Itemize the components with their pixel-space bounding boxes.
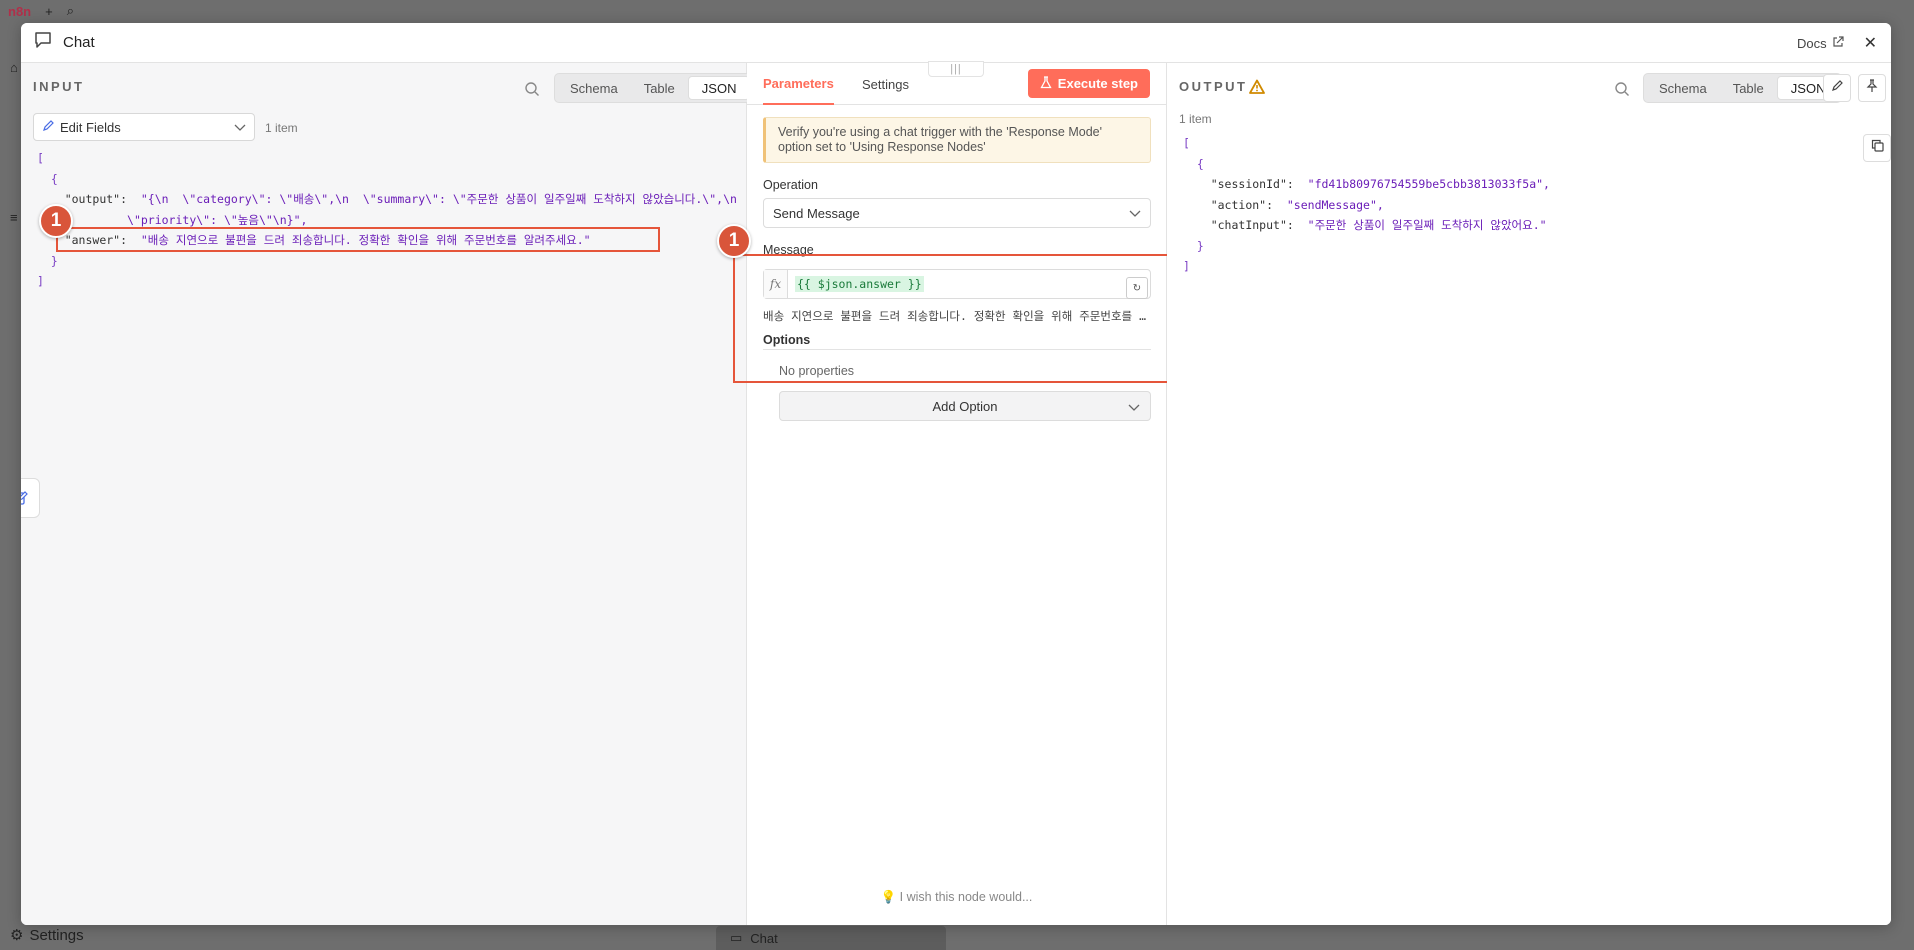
no-properties-text: No properties bbox=[779, 364, 855, 378]
copy-button[interactable] bbox=[1863, 134, 1891, 162]
lightbulb-icon: 💡 bbox=[880, 890, 897, 904]
tab-table[interactable]: Table bbox=[1720, 76, 1777, 100]
parameters-panel: Parameters Settings Execute step ||| Ver… bbox=[717, 61, 1185, 925]
step-badge: 1 bbox=[717, 224, 751, 258]
expression-result: 배송 지연으로 불편을 드려 죄송합니다. 정확한 확인을 위해 주문번호를 알… bbox=[763, 309, 1151, 323]
output-json-view: [ { "sessionId": "fd41b80976754559be5cbb… bbox=[1183, 136, 1550, 273]
pencil-icon bbox=[1831, 79, 1843, 97]
output-panel: OUTPUT 1 item Schema Table JSON [{"ses… bbox=[1167, 63, 1891, 925]
n8n-logo: n8n bbox=[8, 3, 32, 19]
copy-icon bbox=[1871, 139, 1884, 157]
expression-code: {{ $json.answer }} bbox=[795, 276, 924, 292]
edit-node-button[interactable] bbox=[21, 478, 40, 518]
panel-drag-handle[interactable]: ||| bbox=[928, 61, 984, 77]
tab-schema[interactable]: Schema bbox=[1646, 76, 1720, 100]
chevron-down-icon bbox=[234, 120, 246, 135]
answer-highlight-box bbox=[56, 227, 660, 252]
close-button[interactable]: ✕ bbox=[1864, 33, 1877, 53]
input-panel: INPUT Schema Table JSON Edit Fields 1 it… bbox=[21, 63, 754, 925]
chat-bubble-icon bbox=[33, 30, 53, 55]
expand-icon[interactable]: ↻ bbox=[1126, 277, 1148, 299]
edit-output-button[interactable] bbox=[1823, 74, 1851, 102]
input-json-view: [ { "output": "{\n \"category\": \"배송\",… bbox=[37, 151, 737, 288]
options-divider bbox=[763, 349, 1151, 350]
plus-icon: + bbox=[45, 3, 53, 19]
execute-step-button[interactable]: Execute step bbox=[1027, 69, 1150, 98]
tab-table[interactable]: Table bbox=[631, 76, 688, 100]
input-item-count: 1 item bbox=[265, 121, 298, 135]
bg-top-bar: n8n + ⌕ bbox=[0, 0, 200, 22]
flask-icon bbox=[1040, 75, 1052, 92]
gear-icon: ⚙ bbox=[10, 927, 24, 944]
operation-select[interactable]: Send Message bbox=[763, 198, 1151, 228]
warning-icon bbox=[1249, 79, 1265, 95]
docs-link[interactable]: Docs bbox=[1797, 36, 1844, 51]
fx-icon: fx bbox=[764, 270, 788, 298]
chevron-down-icon bbox=[1129, 206, 1141, 221]
external-link-icon bbox=[1832, 35, 1844, 51]
pin-data-button[interactable] bbox=[1858, 74, 1886, 102]
pin-icon bbox=[1866, 78, 1878, 98]
modal-header: Chat Docs ✕ bbox=[21, 23, 1891, 63]
options-label: Options bbox=[763, 333, 811, 347]
input-source-select[interactable]: Edit Fields bbox=[33, 113, 255, 141]
search-icon[interactable] bbox=[524, 81, 540, 97]
output-label: OUTPUT bbox=[1179, 79, 1248, 94]
tab-parameters[interactable]: Parameters bbox=[763, 63, 834, 105]
bg-sidebar-icon: ⌂ bbox=[10, 60, 18, 75]
search-icon[interactable] bbox=[1614, 81, 1630, 97]
step-badge: 1 bbox=[39, 204, 73, 238]
response-mode-notice: Verify you're using a chat trigger with … bbox=[763, 117, 1151, 163]
add-option-button[interactable]: Add Option bbox=[779, 391, 1151, 421]
chat-bubble-icon: ▭ bbox=[730, 930, 743, 945]
bg-chat-tab: ▭ Chat bbox=[716, 926, 946, 950]
tab-json[interactable]: JSON bbox=[687, 76, 751, 100]
input-view-switch: Schema Table JSON bbox=[554, 73, 754, 103]
pencil-icon bbox=[42, 119, 54, 135]
node-modal: Chat Docs ✕ INPUT Schema Table JSON Edit… bbox=[21, 23, 1891, 925]
bg-settings: ⚙ Settings bbox=[10, 926, 84, 945]
message-expression-input[interactable]: fx {{ $json.answer }} ↻ bbox=[763, 269, 1151, 299]
input-label: INPUT bbox=[33, 79, 85, 94]
message-label: Message bbox=[763, 243, 814, 257]
modal-title: Chat bbox=[63, 34, 95, 51]
chevron-down-icon bbox=[1128, 400, 1140, 415]
tab-schema[interactable]: Schema bbox=[557, 76, 631, 100]
bg-sidebar-icon: ≡ bbox=[10, 210, 18, 225]
search-icon: ⌕ bbox=[66, 3, 74, 18]
output-view-switch: Schema Table JSON bbox=[1643, 73, 1843, 103]
tab-settings[interactable]: Settings bbox=[862, 63, 909, 105]
operation-label: Operation bbox=[763, 178, 818, 192]
feedback-link[interactable]: 💡 I wish this node would... bbox=[747, 890, 1166, 905]
output-item-count: 1 item bbox=[1179, 112, 1212, 126]
